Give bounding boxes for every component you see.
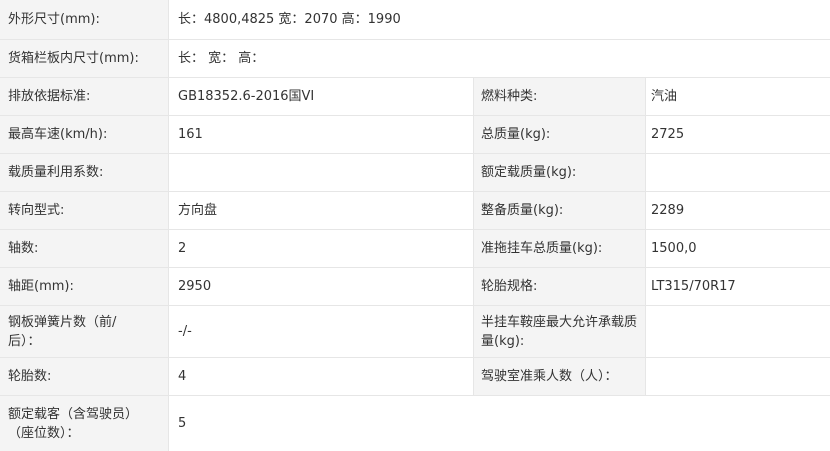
spec-label: 轮胎规格: — [473, 268, 645, 305]
spec-row: 排放依据标准: GB18352.6-2016国VI 燃料种类: 汽油 — [0, 78, 830, 116]
spec-value: 2289 — [645, 192, 830, 229]
spec-label: 轴距(mm): — [0, 268, 168, 305]
spec-label: 货箱栏板内尺寸(mm): — [0, 40, 168, 77]
spec-value: 5 — [168, 396, 830, 451]
spec-label: 轴数: — [0, 230, 168, 267]
spec-value: 1500,0 — [645, 230, 830, 267]
spec-value: 2725 — [645, 116, 830, 153]
spec-row: 载质量利用系数: 额定载质量(kg): — [0, 154, 830, 192]
vehicle-spec-table: 外形尺寸(mm): 长：4800,4825 宽：2070 高：1990 货箱栏板… — [0, 0, 830, 451]
spec-value — [645, 358, 830, 395]
spec-row: 轴数: 2 准拖挂车总质量(kg): 1500,0 — [0, 230, 830, 268]
spec-value: GB18352.6-2016国VI — [168, 78, 473, 115]
spec-label: 半挂车鞍座最大允许承载质量(kg): — [473, 306, 645, 357]
spec-label: 轮胎数: — [0, 358, 168, 395]
spec-value — [645, 306, 830, 357]
spec-value: 汽油 — [645, 78, 830, 115]
spec-row: 轴距(mm): 2950 轮胎规格: LT315/70R17 — [0, 268, 830, 306]
spec-label: 燃料种类: — [473, 78, 645, 115]
spec-value: 2 — [168, 230, 473, 267]
spec-value: 161 — [168, 116, 473, 153]
spec-label: 额定载质量(kg): — [473, 154, 645, 191]
spec-row-dimensions: 外形尺寸(mm): 长：4800,4825 宽：2070 高：1990 — [0, 0, 830, 40]
spec-value: LT315/70R17 — [645, 268, 830, 305]
spec-label: 准拖挂车总质量(kg): — [473, 230, 645, 267]
spec-label: 额定载客（含驾驶员）（座位数）： — [0, 396, 168, 451]
spec-row-seats: 额定载客（含驾驶员）（座位数）： 5 — [0, 396, 830, 451]
spec-value: 4 — [168, 358, 473, 395]
spec-row: 最高车速(km/h): 161 总质量(kg): 2725 — [0, 116, 830, 154]
spec-label: 转向型式: — [0, 192, 168, 229]
spec-row: 钢板弹簧片数（前/后）： -/- 半挂车鞍座最大允许承载质量(kg): — [0, 306, 830, 358]
spec-value: 方向盘 — [168, 192, 473, 229]
spec-value: 长： 宽： 高： — [168, 40, 830, 77]
spec-label: 驾驶室准乘人数（人）： — [473, 358, 645, 395]
spec-label: 载质量利用系数: — [0, 154, 168, 191]
spec-label: 排放依据标准: — [0, 78, 168, 115]
spec-row-cargo-box: 货箱栏板内尺寸(mm): 长： 宽： 高： — [0, 40, 830, 78]
spec-value: 长：4800,4825 宽：2070 高：1990 — [168, 0, 830, 39]
spec-value: 2950 — [168, 268, 473, 305]
column-divider — [168, 0, 169, 451]
spec-label: 外形尺寸(mm): — [0, 0, 168, 39]
spec-label: 最高车速(km/h): — [0, 116, 168, 153]
spec-row: 轮胎数: 4 驾驶室准乘人数（人）： — [0, 358, 830, 396]
spec-value — [168, 154, 473, 191]
spec-label: 钢板弹簧片数（前/后）： — [0, 306, 168, 357]
column-divider — [645, 78, 646, 396]
spec-label: 整备质量(kg): — [473, 192, 645, 229]
spec-value: -/- — [168, 306, 473, 357]
column-divider — [473, 78, 474, 396]
spec-value — [645, 154, 830, 191]
spec-label: 总质量(kg): — [473, 116, 645, 153]
spec-row: 转向型式: 方向盘 整备质量(kg): 2289 — [0, 192, 830, 230]
